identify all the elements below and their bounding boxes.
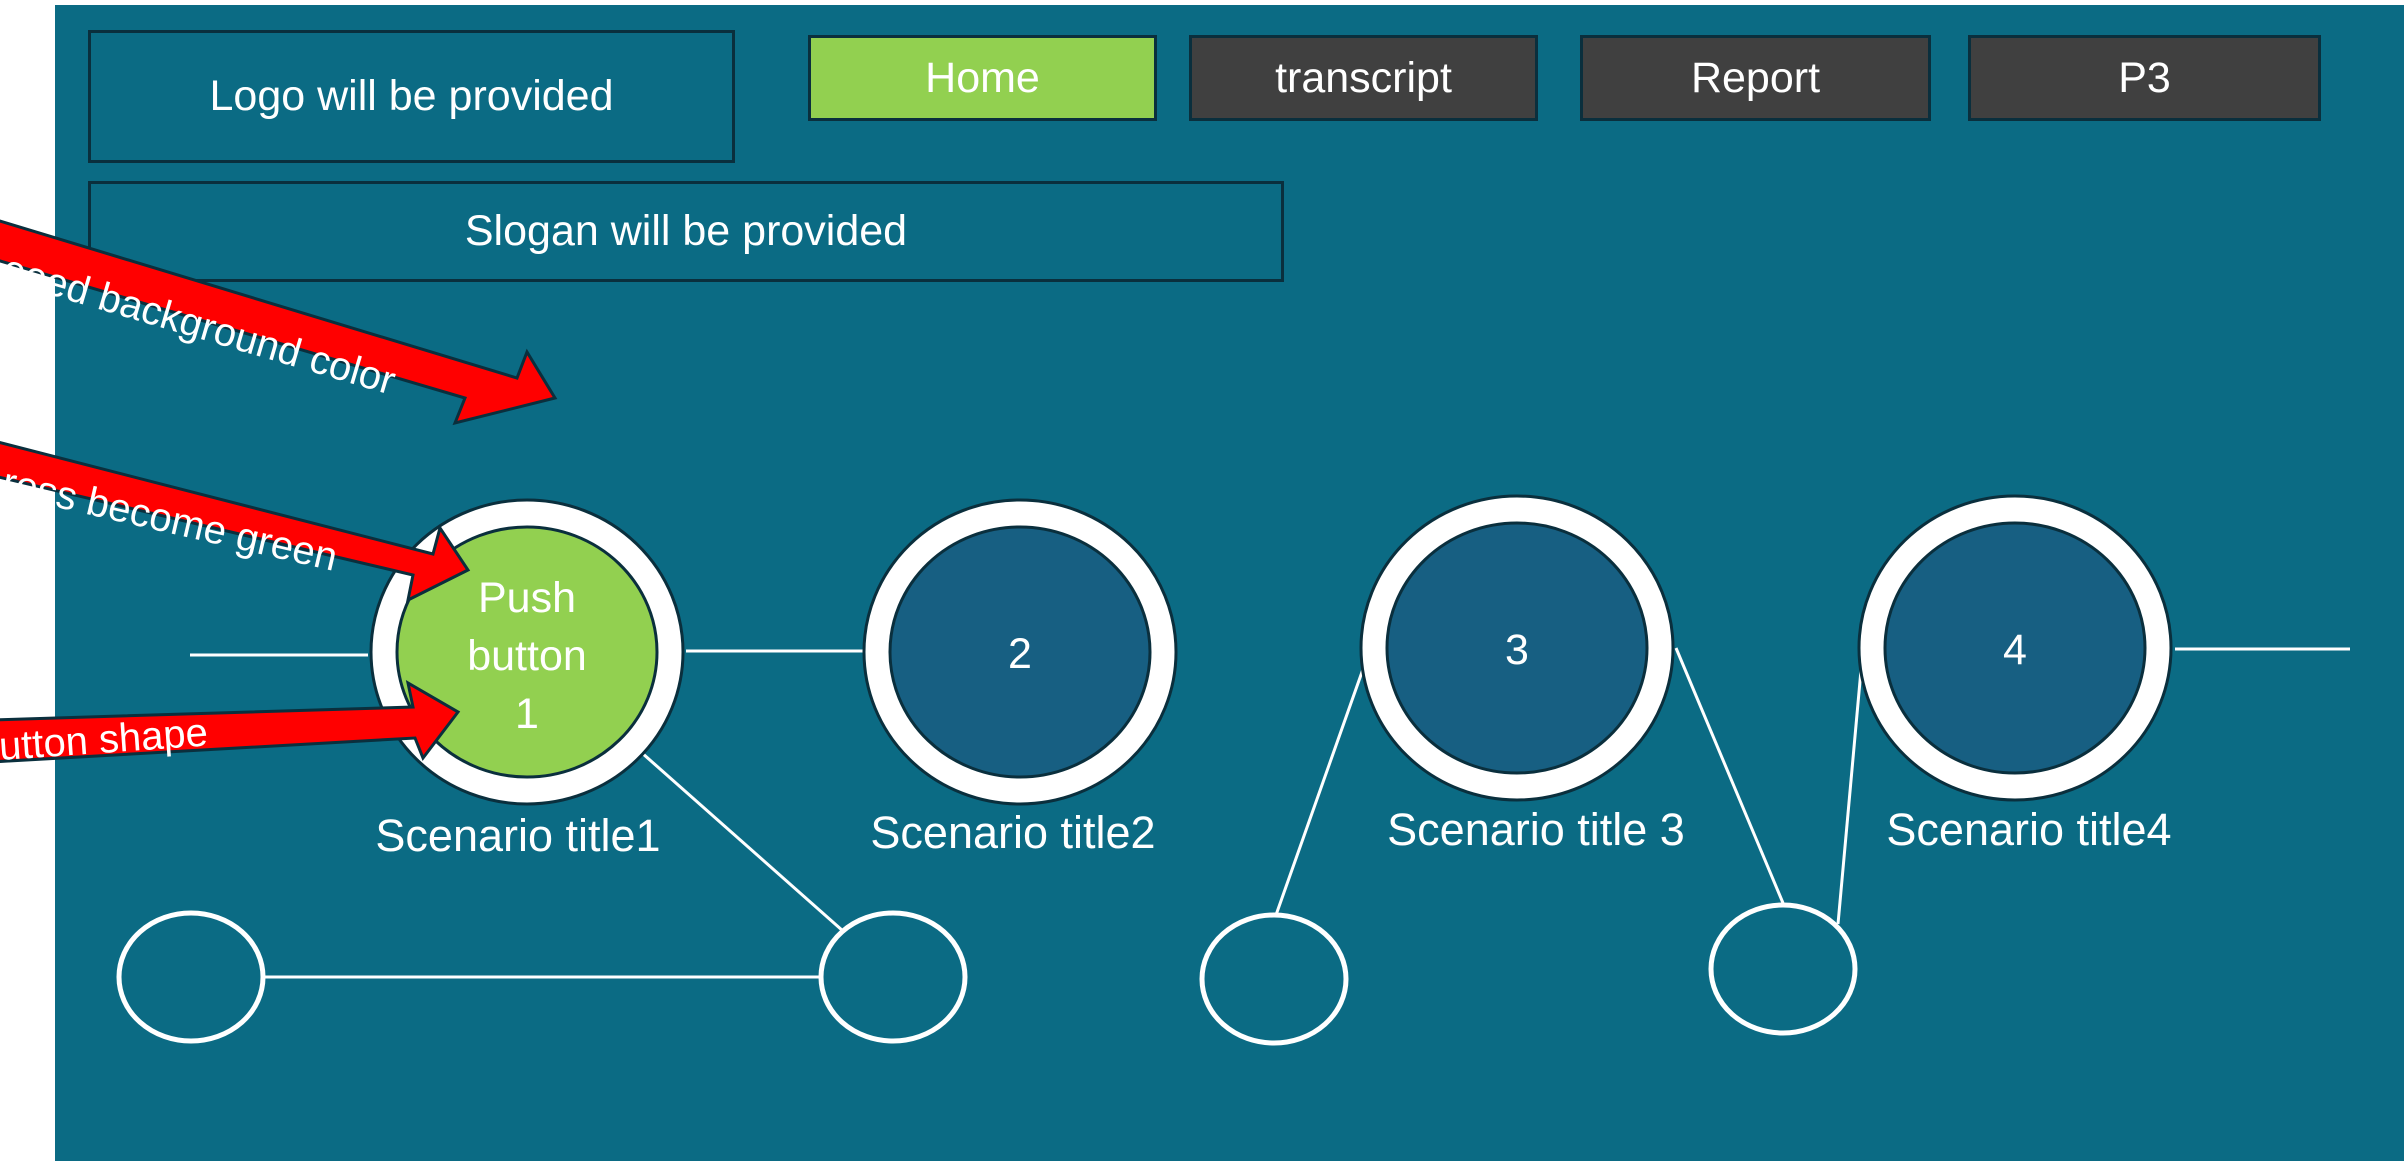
scenario-1-button-label: 1 xyxy=(515,690,539,738)
scenario-2-button[interactable]: 2 xyxy=(862,498,1178,806)
scenario-4-title: Scenario title4 xyxy=(1886,804,2171,855)
annotation-arrow-background-color: eeed background color xyxy=(0,219,558,426)
connector-line xyxy=(1274,654,1370,916)
scenario-2-title: Scenario title2 xyxy=(870,807,1155,858)
scenario-3-title: Scenario title 3 xyxy=(1387,804,1685,855)
small-circle-node xyxy=(818,910,968,1044)
small-circle-node xyxy=(1708,902,1858,1036)
connector-line xyxy=(641,751,844,933)
scenario-1-button-label: button xyxy=(467,632,587,680)
connector-line xyxy=(1836,647,1865,925)
small-circle-node xyxy=(116,910,266,1044)
scenario-4-button-label: 4 xyxy=(2003,626,2027,674)
scenario-3-button[interactable]: 3 xyxy=(1359,494,1675,802)
scenario-1-button-label: Push xyxy=(478,574,576,622)
small-circle-node xyxy=(1199,912,1349,1046)
scenario-2-button-label: 2 xyxy=(1008,630,1032,678)
connector-line xyxy=(1674,647,1785,904)
scenario-3-button-label: 3 xyxy=(1505,626,1529,674)
scenario-diagram: Push button 1 Scenario title1 2 Scenario… xyxy=(0,219,2350,1046)
scenario-1-title: Scenario title1 xyxy=(375,810,660,861)
scenario-1-button[interactable]: Push button 1 xyxy=(369,498,685,806)
scenario-4-button[interactable]: 4 xyxy=(1857,494,2173,802)
